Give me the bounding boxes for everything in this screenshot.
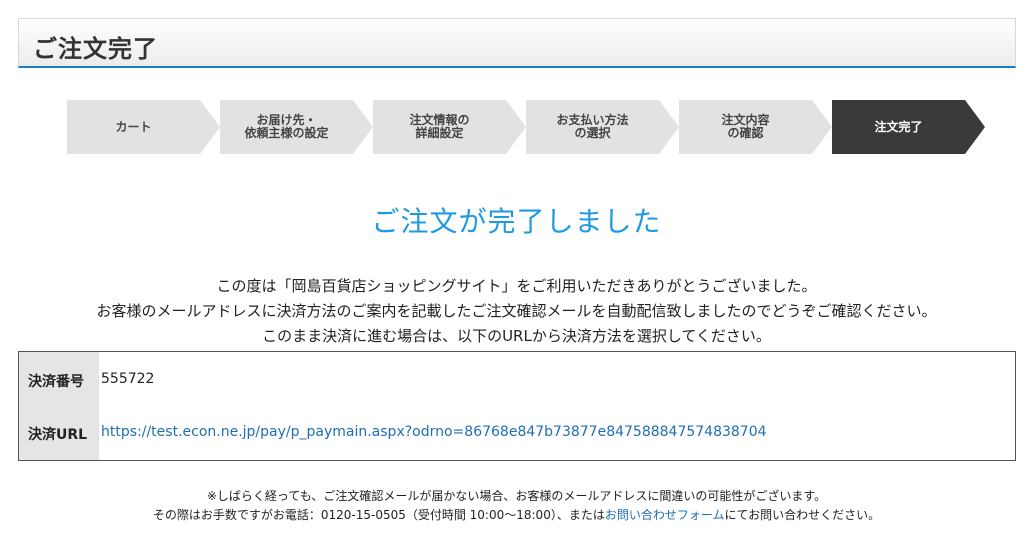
payment-number-label: 決済番号 <box>28 374 84 390</box>
checkout-steps: カート お届け先・ 依頼主様の設定 注文情報の 詳細設定 お支払い方法 の選択 … <box>67 100 997 154</box>
note-line-2: その際はお手数ですがお電話：0120-15-0505（受付時間 10:00～18… <box>0 506 1033 525</box>
step-label: お支払い方法 の選択 <box>556 113 629 140</box>
step-label: カート <box>115 119 152 134</box>
message-line: お客様のメールアドレスに決済方法のご案内を記載したご注文確認メールを自動配信致し… <box>96 302 937 320</box>
payment-url-label: 決済URL <box>28 427 88 443</box>
step-payment-method: お支払い方法 の選択 <box>526 100 679 154</box>
thank-you-message: この度は「岡島百貨店ショッピングサイト」をご利用いただきありがとうございました。… <box>0 274 1033 349</box>
note-line-1: ※しばらく経っても、ご注文確認メールが届かない場合、お客様のメールアドレスに間違… <box>206 489 827 503</box>
message-line: この度は「岡島百貨店ショッピングサイト」をご利用いただきありがとうございました。 <box>216 277 817 295</box>
step-order-details: 注文情報の 詳細設定 <box>373 100 526 154</box>
message-line: このまま決済に進む場合は、以下のURLから決済方法を選択してください。 <box>262 327 771 345</box>
step-label: お届け先・ 依頼主様の設定 <box>244 113 329 140</box>
step-cart: カート <box>67 100 220 154</box>
step-label: 注文完了 <box>874 119 923 134</box>
payment-url-link[interactable]: https://test.econ.ne.jp/pay/p_paymain.as… <box>101 424 767 440</box>
step-label: 注文内容 の確認 <box>721 113 770 140</box>
note-line-2-prefix: その際はお手数ですがお電話：0120-15-0505（受付時間 10:00～18… <box>152 508 605 522</box>
payment-number-row: 決済番号 555722 <box>19 371 1015 391</box>
note-line-2-suffix: にてお問い合わせください。 <box>724 508 881 522</box>
payment-number-value: 555722 <box>101 371 155 387</box>
payment-url-row: 決済URL https://test.econ.ne.jp/pay/p_paym… <box>19 424 1015 444</box>
payment-info-box: 決済番号 555722 決済URL https://test.econ.ne.j… <box>18 351 1016 461</box>
step-order-confirm: 注文内容 の確認 <box>679 100 832 154</box>
page-title: ご注文完了 <box>33 35 158 63</box>
step-order-complete: 注文完了 <box>832 100 985 154</box>
page-header: ご注文完了 <box>18 18 1016 68</box>
contact-form-link[interactable]: お問い合わせフォーム <box>605 508 725 522</box>
step-delivery-settings: お届け先・ 依頼主様の設定 <box>220 100 373 154</box>
step-label: 注文情報の 詳細設定 <box>409 113 470 140</box>
footer-notes: ※しばらく経っても、ご注文確認メールが届かない場合、お客様のメールアドレスに間違… <box>0 487 1033 525</box>
order-complete-heading: ご注文が完了しました <box>371 205 662 238</box>
